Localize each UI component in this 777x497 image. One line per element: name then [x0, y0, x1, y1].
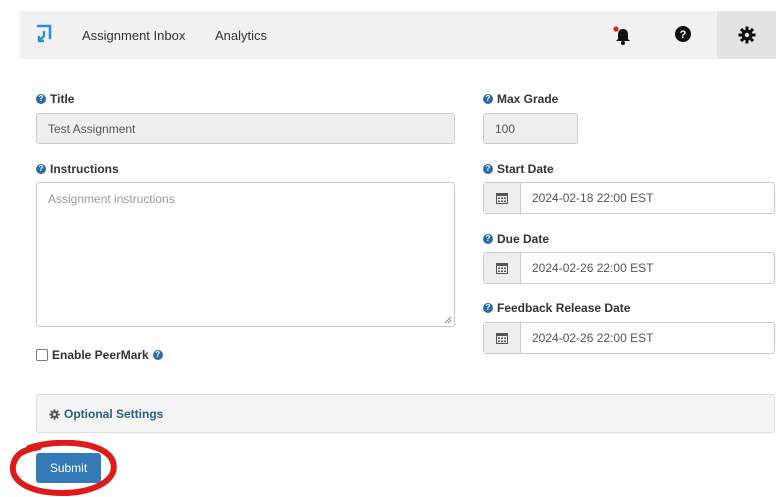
question-icon[interactable]: ?: [675, 26, 691, 42]
help-icon[interactable]: ?: [483, 94, 493, 104]
due-date-value: 2024-02-26 22:00 EST: [532, 261, 654, 275]
resize-handle-icon[interactable]: [444, 316, 452, 324]
help-icon[interactable]: ?: [36, 94, 46, 104]
svg-text:?: ?: [680, 29, 687, 41]
top-navbar: Assignment Inbox Analytics ?: [20, 11, 776, 59]
instructions-label: ? Instructions: [36, 162, 119, 176]
feedback-date-field[interactable]: 2024-02-26 22:00 EST: [483, 322, 775, 354]
instructions-textarea[interactable]: Assignment instructions: [36, 182, 455, 327]
feedback-date-value: 2024-02-26 22:00 EST: [532, 331, 654, 345]
help-icon[interactable]: ?: [483, 234, 493, 244]
bell-icon[interactable]: [612, 25, 634, 47]
calendar-button[interactable]: [484, 323, 521, 353]
start-date-field[interactable]: 2024-02-18 22:00 EST: [483, 182, 775, 214]
help-icon[interactable]: ?: [483, 164, 493, 174]
gear-icon: [738, 26, 756, 44]
max-grade-label: ? Max Grade: [483, 92, 558, 106]
calendar-icon: [496, 193, 508, 204]
max-grade-field[interactable]: 100: [483, 113, 578, 144]
start-date-label: ? Start Date: [483, 162, 554, 176]
calendar-button[interactable]: [484, 253, 521, 283]
nav-assignment-inbox[interactable]: Assignment Inbox: [82, 28, 185, 43]
optional-settings-toggle[interactable]: Optional Settings: [49, 407, 163, 421]
help-icon[interactable]: ?: [152, 350, 163, 360]
notification-dot: [613, 26, 619, 32]
gear-icon: [49, 408, 60, 420]
calendar-icon: [496, 333, 508, 344]
help-icon[interactable]: ?: [483, 303, 493, 313]
settings-button[interactable]: [717, 11, 776, 59]
peermark-toggle: Enable PeerMark ?: [36, 348, 167, 362]
feedback-date-label: ? Feedback Release Date: [483, 301, 630, 315]
optional-settings-panel: Optional Settings: [36, 394, 775, 433]
start-date-value: 2024-02-18 22:00 EST: [532, 191, 654, 205]
logo-icon[interactable]: [34, 24, 54, 46]
nav-analytics[interactable]: Analytics: [215, 28, 267, 43]
title-field[interactable]: Test Assignment: [36, 113, 455, 144]
peermark-checkbox[interactable]: [36, 349, 48, 361]
due-date-label: ? Due Date: [483, 232, 549, 246]
annotation-circle: [9, 440, 117, 497]
due-date-field[interactable]: 2024-02-26 22:00 EST: [483, 252, 775, 284]
calendar-button[interactable]: [484, 183, 521, 213]
calendar-icon: [496, 263, 508, 274]
help-icon[interactable]: ?: [36, 164, 46, 174]
title-label: ? Title: [36, 92, 74, 106]
